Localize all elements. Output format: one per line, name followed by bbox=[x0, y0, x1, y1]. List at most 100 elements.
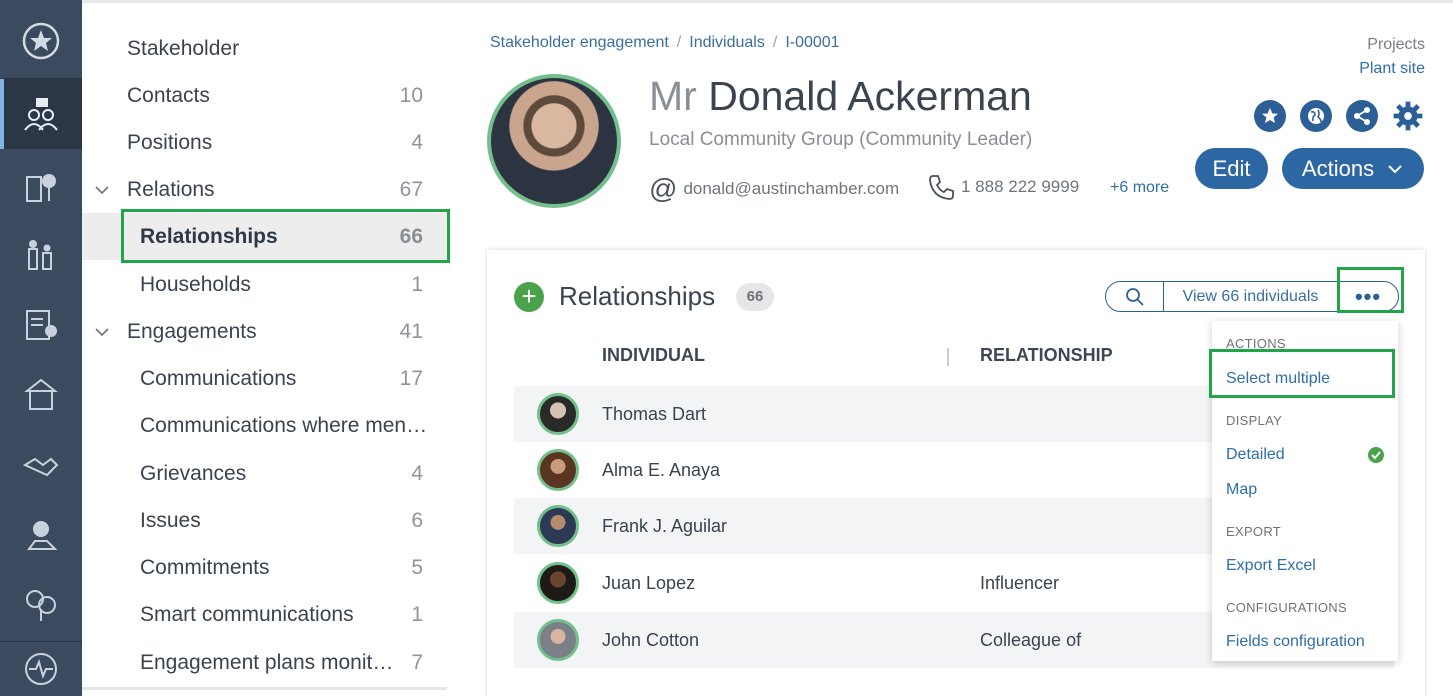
nav-item-smart-communications[interactable]: Smart communications 1 bbox=[82, 591, 447, 638]
actions-label: Actions bbox=[1301, 155, 1375, 181]
nav-label: Issues bbox=[140, 508, 201, 532]
nav-label: Engagements bbox=[127, 319, 257, 343]
at-icon: @ bbox=[649, 173, 678, 204]
breadcrumb-link[interactable]: Stakeholder engagement bbox=[490, 34, 669, 52]
favorite-star-icon[interactable] bbox=[1254, 100, 1286, 132]
nav-label: Communications bbox=[140, 366, 297, 390]
nav-label: Stakeholder bbox=[127, 36, 240, 60]
menu-section-configurations: CONFIGURATIONS bbox=[1226, 600, 1347, 615]
row-avatar bbox=[537, 449, 579, 491]
phone-value: 1 888 222 9999 bbox=[961, 177, 1080, 196]
activity-icon[interactable] bbox=[0, 642, 82, 696]
nav-label: Positions bbox=[127, 130, 213, 154]
phone-contact[interactable]: 1 888 222 9999 bbox=[927, 173, 1079, 201]
globe-icon[interactable] bbox=[1300, 100, 1332, 132]
nav-count: 1 bbox=[411, 272, 423, 296]
main-content: Stakeholder engagement / Individuals / I… bbox=[457, 0, 1453, 696]
column-header-relationship[interactable]: RELATIONSHIP bbox=[980, 345, 1113, 366]
nav-count: 7 bbox=[411, 650, 423, 674]
row-name: Juan Lopez bbox=[602, 572, 696, 593]
email-value: donald@austinchamber.com bbox=[683, 179, 900, 198]
left-rail bbox=[0, 0, 82, 696]
nav-item-stakeholder[interactable]: Stakeholder bbox=[82, 25, 447, 72]
star-icon[interactable] bbox=[0, 6, 82, 76]
buildings-icon[interactable] bbox=[0, 150, 82, 220]
edit-button[interactable]: Edit bbox=[1195, 148, 1268, 189]
row-avatar bbox=[537, 562, 579, 604]
handshake-icon[interactable] bbox=[0, 430, 82, 500]
menu-item-select-multiple[interactable]: Select multiple bbox=[1226, 370, 1330, 388]
breadcrumb: Stakeholder engagement / Individuals / I… bbox=[490, 34, 840, 52]
more-contacts-link[interactable]: +6 more bbox=[1110, 179, 1169, 197]
menu-item-map[interactable]: Map bbox=[1226, 481, 1257, 499]
nav-item-issues[interactable]: Issues 6 bbox=[82, 497, 447, 544]
nav-label: Engagement plans monit… bbox=[140, 650, 394, 674]
more-options-menu: ACTIONS Select multiple DISPLAY Detailed… bbox=[1212, 321, 1398, 661]
chevron-down-icon[interactable] bbox=[94, 324, 110, 340]
menu-item-fields-configuration[interactable]: Fields configuration bbox=[1226, 633, 1365, 651]
menu-section-display: DISPLAY bbox=[1226, 413, 1283, 428]
gear-icon[interactable] bbox=[1392, 100, 1424, 132]
chevron-down-icon[interactable] bbox=[94, 182, 110, 198]
nav-item-communications[interactable]: Communications 17 bbox=[82, 355, 447, 402]
nav-item-communications-mentioned[interactable]: Communications where men… bbox=[82, 402, 447, 449]
location-icon[interactable] bbox=[0, 500, 82, 570]
email-contact[interactable]: @ donald@austinchamber.com bbox=[649, 173, 899, 205]
houses-icon[interactable] bbox=[0, 360, 82, 430]
nav-count: 66 bbox=[399, 224, 423, 248]
column-divider[interactable] bbox=[947, 348, 949, 366]
breadcrumb-link[interactable]: Individuals bbox=[689, 34, 765, 52]
nav-count: 17 bbox=[399, 366, 423, 390]
projects-label: Projects bbox=[1367, 36, 1425, 53]
nav-item-engagement-plans[interactable]: Engagement plans monit… 7 bbox=[82, 639, 447, 686]
stakeholder-icon[interactable] bbox=[0, 79, 82, 149]
nav-label: Relationships bbox=[140, 224, 278, 248]
search-button[interactable] bbox=[1106, 282, 1164, 311]
nav-item-contacts[interactable]: Contacts 10 bbox=[82, 72, 447, 119]
row-name: Thomas Dart bbox=[602, 403, 707, 424]
more-options-button[interactable]: ••• bbox=[1338, 282, 1398, 311]
share-icon[interactable] bbox=[1346, 100, 1378, 132]
menu-item-export-excel[interactable]: Export Excel bbox=[1226, 557, 1316, 575]
nav-label: Relations bbox=[127, 177, 215, 201]
menu-item-detailed[interactable]: Detailed bbox=[1226, 446, 1285, 464]
project-link[interactable]: Plant site bbox=[1359, 60, 1425, 78]
add-relationship-button[interactable]: + bbox=[514, 282, 544, 312]
phone-icon bbox=[929, 175, 954, 200]
app: Stakeholder Contacts 10 Positions 4 Rela… bbox=[0, 0, 1453, 696]
actions-button[interactable]: Actions bbox=[1282, 148, 1424, 189]
nav-count: 67 bbox=[399, 177, 423, 201]
nav-item-grievances[interactable]: Grievances 4 bbox=[82, 450, 447, 497]
count-badge: 66 bbox=[736, 283, 774, 311]
people-icon[interactable] bbox=[0, 220, 82, 290]
row-avatar bbox=[537, 393, 579, 435]
nav-label: Smart communications bbox=[140, 602, 354, 626]
nav-count: 4 bbox=[411, 130, 423, 154]
check-icon bbox=[1368, 447, 1384, 463]
card-title: Relationships bbox=[559, 281, 716, 311]
nav-label: Contacts bbox=[127, 83, 210, 107]
nav-label: Households bbox=[140, 272, 251, 296]
checklist-icon[interactable] bbox=[0, 290, 82, 360]
nav-item-relationships[interactable]: Relationships 66 bbox=[82, 213, 447, 260]
menu-section-export: EXPORT bbox=[1226, 524, 1282, 539]
profile-icon-actions bbox=[1254, 100, 1424, 132]
column-header-individual[interactable]: INDIVIDUAL bbox=[602, 345, 705, 366]
nav-item-engagements[interactable]: Engagements 41 bbox=[82, 308, 447, 355]
nav-label: Grievances bbox=[140, 461, 247, 485]
avatar bbox=[487, 74, 621, 208]
row-avatar bbox=[537, 505, 579, 547]
nav-item-positions[interactable]: Positions 4 bbox=[82, 119, 447, 166]
nav-count: 6 bbox=[411, 508, 423, 532]
nav-count: 10 bbox=[399, 83, 423, 107]
nav-item-households[interactable]: Households 1 bbox=[82, 261, 447, 308]
nav-label: Commitments bbox=[140, 555, 270, 579]
environment-icon[interactable] bbox=[0, 570, 82, 640]
view-individuals-button[interactable]: View 66 individuals bbox=[1164, 282, 1338, 311]
breadcrumb-current[interactable]: I-00001 bbox=[785, 34, 839, 52]
row-relationship: Colleague of bbox=[980, 629, 1082, 650]
nav-item-relations[interactable]: Relations 67 bbox=[82, 166, 447, 213]
row-name: Frank J. Aguilar bbox=[602, 515, 728, 536]
chevron-down-icon bbox=[1388, 164, 1402, 173]
nav-item-commitments[interactable]: Commitments 5 bbox=[82, 544, 447, 591]
